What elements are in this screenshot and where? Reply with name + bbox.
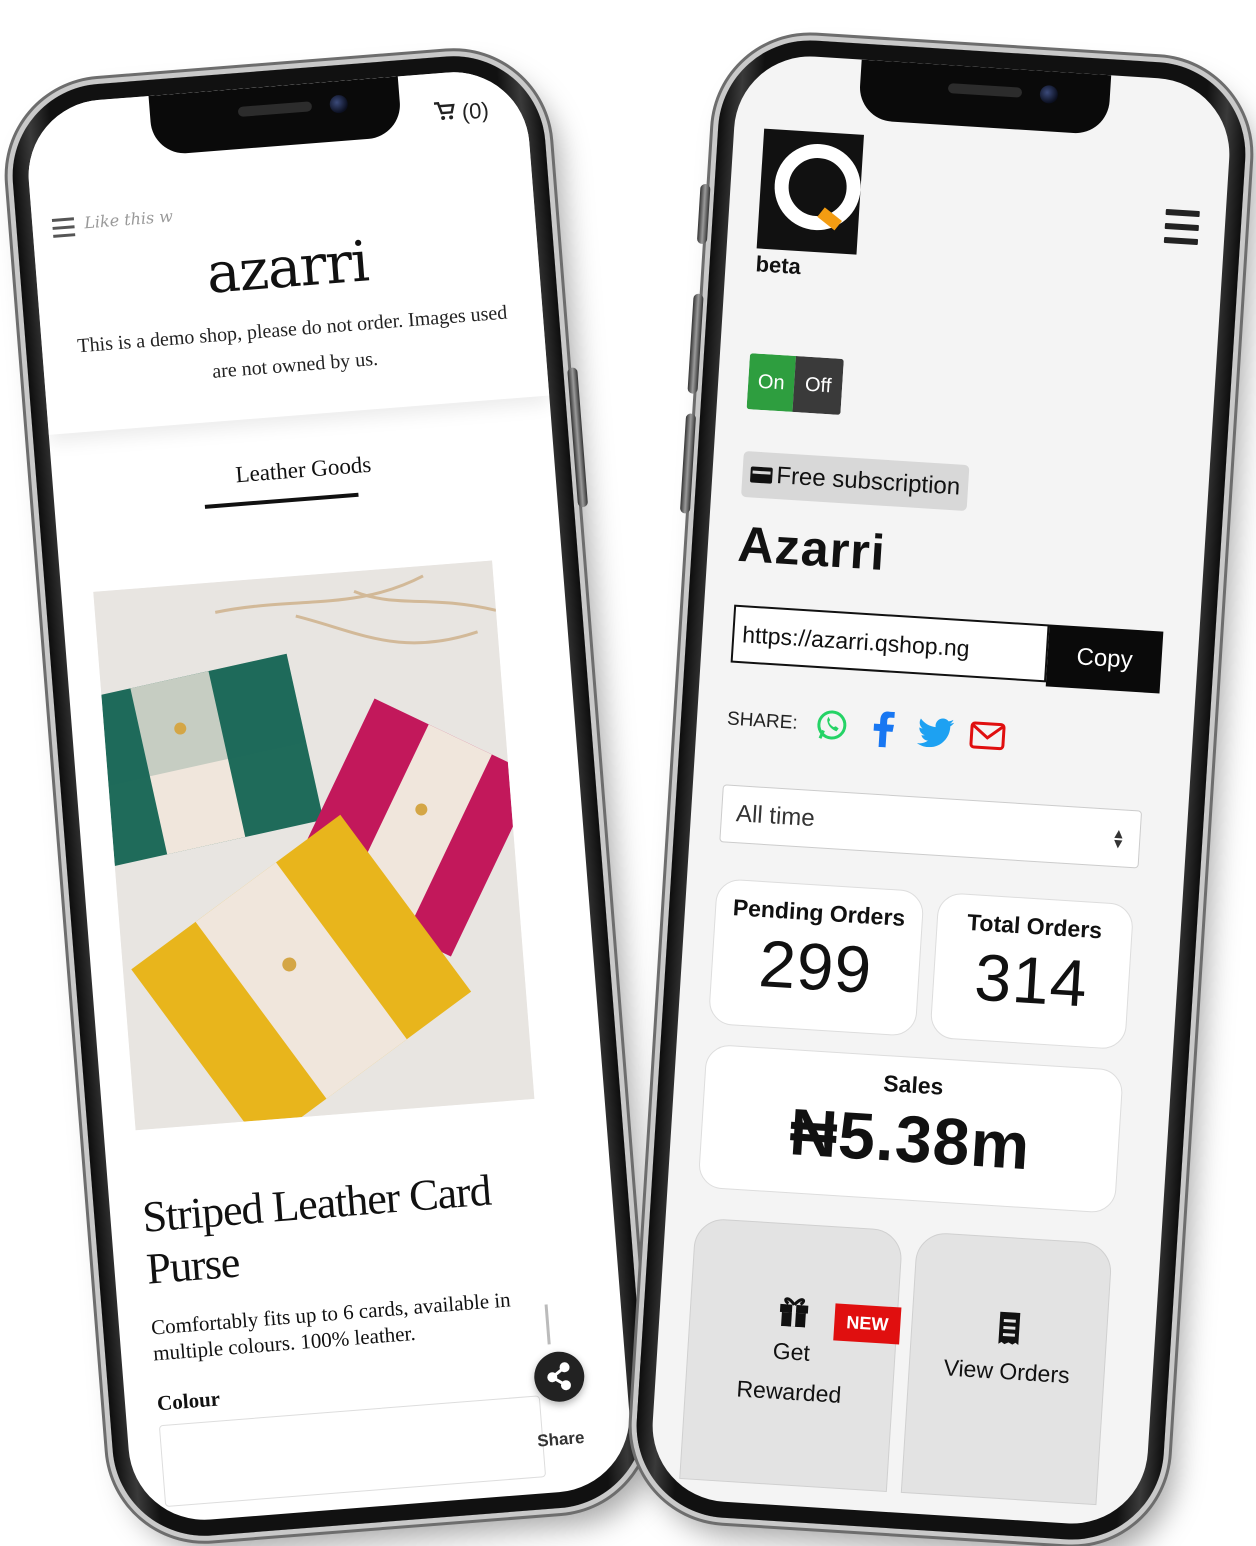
sales-card[interactable]: Sales ₦5.38m xyxy=(697,1043,1124,1214)
date-range-value: All time xyxy=(735,800,816,833)
get-rewarded-button[interactable]: Get Rewarded NEW xyxy=(679,1217,904,1492)
category-underline xyxy=(204,492,359,509)
volume-up-button xyxy=(687,293,704,394)
category-tab[interactable]: Leather Goods xyxy=(52,437,554,502)
notch xyxy=(857,59,1112,136)
share-fab-button[interactable] xyxy=(532,1349,587,1404)
store-url-input[interactable] xyxy=(730,604,1050,683)
menu-icon[interactable] xyxy=(1163,208,1200,251)
power-button xyxy=(567,367,589,508)
cart-icon xyxy=(433,100,463,127)
email-icon[interactable] xyxy=(968,717,1006,755)
share-row: SHARE: xyxy=(725,694,1006,761)
subscription-label: Free subscription xyxy=(775,462,961,501)
subscription-badge[interactable]: Free subscription xyxy=(741,450,970,512)
facebook-icon[interactable] xyxy=(864,710,902,748)
product-description: Comfortably fits up to 6 cards, availabl… xyxy=(150,1287,512,1366)
cart-count: (0) xyxy=(460,97,490,125)
announcement-text: Like this w xyxy=(83,206,174,233)
date-range-select[interactable]: All time ▲ ▼ xyxy=(719,784,1143,869)
volume-down-button xyxy=(679,413,697,514)
store-name: Azarri xyxy=(736,515,888,581)
total-orders-value: 314 xyxy=(972,939,1091,1021)
beta-label: beta xyxy=(754,251,802,280)
q-logo[interactable] xyxy=(756,128,864,255)
view-orders-button[interactable]: View Orders xyxy=(900,1231,1113,1506)
copy-button[interactable]: Copy xyxy=(1045,624,1164,694)
share-icon xyxy=(547,1362,571,1391)
select-arrows-icon: ▲ ▼ xyxy=(1110,824,1127,852)
toggle-off[interactable]: Off xyxy=(792,356,844,415)
credit-card-icon xyxy=(749,466,773,484)
colour-select[interactable] xyxy=(158,1395,547,1508)
menu-icon[interactable] xyxy=(51,217,76,239)
toggle-on[interactable]: On xyxy=(746,353,796,412)
product-title: Striped Leather Card Purse xyxy=(140,1165,493,1294)
product-image[interactable] xyxy=(93,560,535,1131)
q-logo-mark xyxy=(772,141,864,233)
total-orders-card[interactable]: Total Orders 314 xyxy=(929,892,1135,1051)
store-url-row: Copy xyxy=(730,604,1164,694)
cart-button[interactable]: (0) xyxy=(433,97,490,127)
new-badge: NEW xyxy=(833,1303,902,1345)
share-label: SHARE: xyxy=(726,708,799,734)
pending-orders-value: 299 xyxy=(756,926,875,1007)
dashboard-phone: beta On Off Free subscription Azarri Cop… xyxy=(631,34,1251,1546)
whatsapp-icon[interactable] xyxy=(812,707,850,745)
colour-label: Colour xyxy=(156,1386,221,1416)
pending-orders-card[interactable]: Pending Orders 299 xyxy=(707,878,925,1037)
shop-status-toggle[interactable]: On Off xyxy=(746,353,844,415)
dashboard-screen: beta On Off Free subscription Azarri Cop… xyxy=(648,51,1234,1529)
shop-screen: Like this w (0) azarri This is a demo sh… xyxy=(22,66,636,1526)
share-fab-label: Share xyxy=(536,1427,586,1451)
mute-switch xyxy=(696,183,711,245)
twitter-icon[interactable] xyxy=(916,713,955,751)
shop-phone: Like this w (0) azarri This is a demo sh… xyxy=(5,49,653,1543)
